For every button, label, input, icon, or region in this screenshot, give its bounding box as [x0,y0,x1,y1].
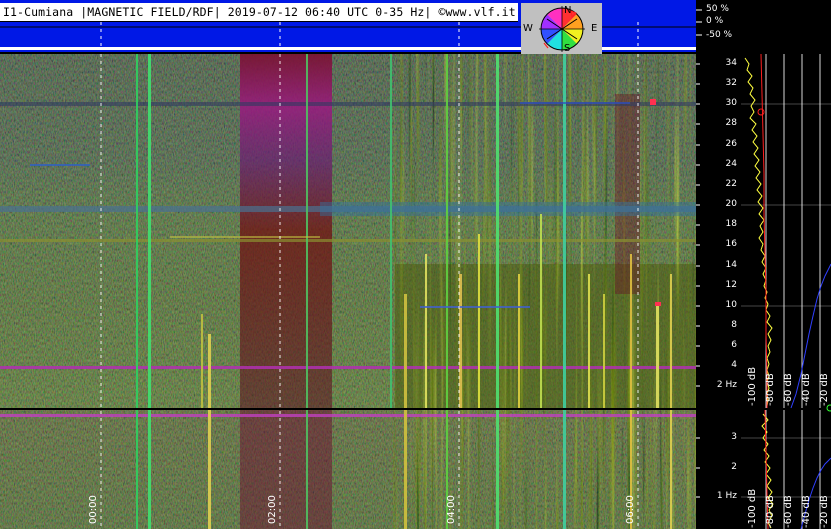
level-profile-plot [741,54,831,529]
level-tick-label: -80 dB [765,495,776,528]
level-tick-label: -40 dB [801,373,812,406]
level-tick-label: -60 dB [783,495,794,528]
frequency-tick-label: 20 [725,199,737,209]
level-tick-label: -100 dB [747,488,758,528]
frequency-tick-label: 2 [731,462,737,472]
vlf-spectrogram-window: I1-Cumiana |MAGNETIC FIELD/RDF| 2019-07-… [0,0,831,529]
level-profile-panel: -100 dB -80 dB -60 dB -40 dB -20 dB -100… [741,54,831,529]
compass-rose: N S E W [521,3,602,56]
frequency-tick-label: 28 [725,118,737,128]
frequency-tick-label: 1 Hz [716,491,737,501]
level-tick-label: -100 dB [747,366,758,406]
time-tick-label: 06:00 [625,495,636,524]
percent-tick-label: -50 % [706,30,733,40]
frequency-tick-label: 24 [725,159,737,169]
frequency-tick-label: 6 [731,340,737,350]
percent-tick-label: 50 % [706,4,729,14]
frequency-tick-label: 14 [725,260,737,270]
compass-south-label: S [564,43,571,54]
frequency-tick-label: 34 [725,58,737,68]
time-tick-label: 04:00 [446,495,457,524]
frequency-tick-label: 30 [725,98,737,108]
level-tick-label: -20 dB [819,495,830,528]
direction-percent-scale: 50 % 0 % -50 % [696,0,831,52]
compass-west-label: W [523,23,533,34]
frequency-tick-label: 8 [731,320,737,330]
compass-east-label: E [591,23,598,34]
frequency-tick-label: 32 [725,78,737,88]
frequency-tick-label: 26 [725,139,737,149]
spectrogram-image [0,54,696,529]
frequency-tick-label: 2 Hz [716,380,737,390]
frequency-tick-label: 12 [725,280,737,290]
frequency-tick-label: 10 [725,300,737,310]
level-tick-label: -60 dB [783,373,794,406]
compass-icon [539,6,585,52]
frequency-tick-label: 16 [725,239,737,249]
frequency-tick-label: 4 [731,360,737,370]
frequency-scale: 34 32 30 28 26 24 22 20 18 16 14 12 10 8… [696,54,741,529]
frequency-tick-label: 18 [725,219,737,229]
frequency-tick-label: 22 [725,179,737,189]
frequency-tick-label: 3 [731,432,737,442]
level-tick-label: -80 dB [765,373,776,406]
time-tick-label: 00:00 [88,495,99,524]
percent-tick-label: 0 % [706,16,724,26]
compass-north-label: N [564,5,572,16]
level-tick-label: -20 dB [819,373,830,406]
level-tick-label: -40 dB [801,495,812,528]
time-tick-label: 02:00 [267,495,278,524]
